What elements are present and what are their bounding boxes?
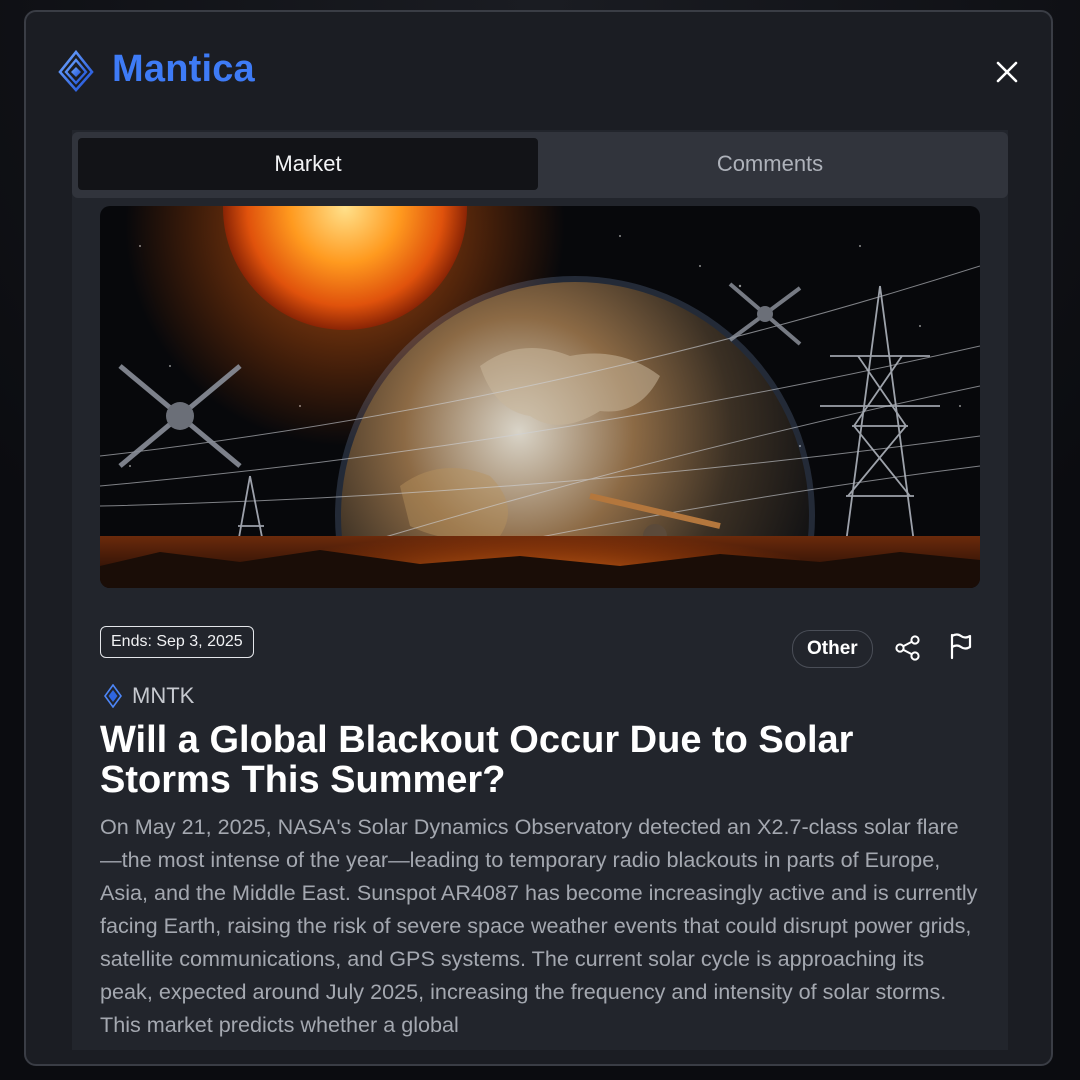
end-date-badge: Ends: Sep 3, 2025: [100, 626, 254, 658]
tab-bar: Market Comments: [72, 132, 1008, 198]
mantica-logo-icon: [58, 50, 94, 92]
market-hero-image: [100, 206, 980, 588]
market-modal: Mantica Market Comments Ends: Sep 3, 202…: [24, 10, 1053, 1066]
brand-name[interactable]: Mantica: [112, 48, 255, 91]
market-description: On May 21, 2025, NASA's Solar Dynamics O…: [100, 814, 978, 1037]
tab-comments[interactable]: Comments: [540, 138, 1000, 190]
market-content: Market Comments Ends: Sep 3, 2025 Other …: [72, 130, 1008, 1050]
modal-header: Mantica: [26, 12, 1051, 122]
token-ticker: MNTK: [132, 683, 195, 708]
category-tag[interactable]: Other: [792, 630, 873, 668]
mantica-token-icon: [104, 684, 122, 708]
close-icon: [996, 61, 1018, 83]
tab-market[interactable]: Market: [78, 138, 538, 190]
close-button[interactable]: [991, 56, 1023, 88]
share-icon[interactable]: [894, 634, 922, 662]
market-title: Will a Global Blackout Occur Due to Sola…: [100, 719, 854, 801]
flag-icon[interactable]: [948, 632, 974, 660]
